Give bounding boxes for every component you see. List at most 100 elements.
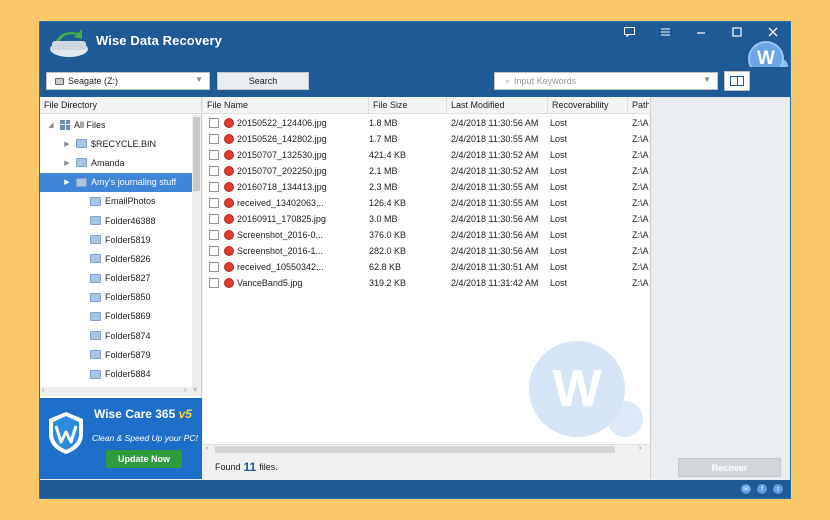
cell-path: Z:\Amy's j... [632, 278, 649, 288]
file-row[interactable]: 20160911_170825.jpg 3.0 MB 2/4/2018 11:30:… [203, 211, 649, 227]
close-icon[interactable] [762, 24, 784, 40]
twitter-icon[interactable]: t [773, 484, 783, 494]
cell-path: Z:\Amy's j... [632, 118, 649, 128]
tree-expander-icon[interactable]: ▶ [62, 178, 72, 186]
lost-status-icon [224, 118, 234, 128]
tree-item[interactable]: Folder5879 [40, 345, 192, 364]
column-header[interactable]: File Name [203, 97, 369, 114]
tree-item[interactable]: EmailPhotos [40, 192, 192, 211]
facebook-icon[interactable]: f [757, 484, 767, 494]
file-checkbox[interactable] [209, 246, 219, 256]
file-checkbox[interactable] [209, 150, 219, 160]
email-icon[interactable]: ✉ [741, 484, 751, 494]
scroll-right-icon[interactable]: › [639, 445, 641, 452]
file-row[interactable]: Screenshot_2016-0... 376.0 KB 2/4/2018 11:… [203, 227, 649, 243]
tree-item-label: Amy's journaling stuff [91, 177, 177, 188]
drive-select-value: Seagate (Z:) [68, 76, 119, 86]
recover-button[interactable]: Recover [678, 458, 781, 477]
column-header[interactable]: File Size [369, 97, 447, 114]
file-checkbox[interactable] [209, 134, 219, 144]
update-now-button[interactable]: Update Now [106, 450, 182, 468]
file-row[interactable]: VanceBand5.jpg 319.2 KB 2/4/2018 11:31:42 … [203, 275, 649, 291]
chevron-down-icon: ▼ [703, 75, 711, 84]
file-row[interactable]: 20150522_124406.jpg 1.8 MB 2/4/2018 11:30:… [203, 115, 649, 131]
lost-status-icon [224, 150, 234, 160]
cell-path: Z:\Amy's j... [632, 150, 649, 160]
search-button[interactable]: Search [217, 72, 309, 90]
scroll-down-icon[interactable]: ˅ [193, 387, 197, 394]
keyword-input[interactable]: ⌕ Input Keywords ▼ [494, 72, 718, 90]
tree-item[interactable]: Folder5874 [40, 326, 192, 345]
menu-icon[interactable] [654, 24, 676, 40]
tree-item[interactable]: ▶ Amanda [40, 153, 192, 172]
cell-modified: 2/4/2018 11:30:52 AM [451, 150, 539, 160]
tree-hscrollbar[interactable]: ‹ › ˅ [40, 387, 201, 396]
tree-item[interactable]: Folder5826 [40, 249, 192, 268]
file-row[interactable]: received_13402063... 126.4 KB 2/4/2018 11:… [203, 195, 649, 211]
file-list-hscrollbar[interactable]: ‹ › [203, 444, 649, 454]
minimize-icon[interactable] [690, 24, 712, 40]
app-logo-icon [50, 29, 88, 57]
column-header[interactable]: Path [628, 97, 649, 114]
feedback-icon[interactable] [618, 24, 640, 40]
toggle-preview-button[interactable] [724, 71, 750, 91]
directory-header: File Directory [40, 97, 201, 114]
file-checkbox[interactable] [209, 262, 219, 272]
tree-item[interactable]: Folder5827 [40, 269, 192, 288]
folder-icon [90, 350, 101, 360]
file-row[interactable]: 20150526_142802.jpg 1.7 MB 2/4/2018 11:30:… [203, 131, 649, 147]
ad-title: Wise Care 365 v5 [94, 407, 192, 421]
drive-select[interactable]: Seagate (Z:) ▼ [46, 72, 210, 90]
folder-icon [90, 273, 101, 283]
lost-status-icon [224, 166, 234, 176]
file-row[interactable]: 20160718_134413.jpg 2.3 MB 2/4/2018 11:30:… [203, 179, 649, 195]
cell-recoverability: Lost [550, 246, 568, 256]
tree-item[interactable]: Folder5850 [40, 288, 192, 307]
scroll-left-icon[interactable]: ‹ [206, 445, 208, 452]
tree-item[interactable]: Folder46388 [40, 211, 192, 230]
wise-care-ad[interactable]: Wise Care 365 v5 Clean & Speed Up your P… [40, 398, 202, 479]
maximize-icon[interactable] [726, 24, 748, 40]
tree-expander-icon[interactable]: ◢ [46, 121, 56, 129]
folder-icon [90, 292, 101, 302]
ad-version: v5 [178, 407, 192, 421]
scroll-right-icon[interactable]: › [184, 387, 186, 394]
file-checkbox[interactable] [209, 166, 219, 176]
tree-item-label: All Files [74, 119, 106, 130]
tree-item[interactable]: ◢ All Files [40, 115, 192, 134]
file-list-scrollbar-thumb[interactable] [215, 446, 615, 453]
search-icon: ⌕ [505, 75, 511, 86]
folder-icon [76, 158, 87, 168]
file-checkbox[interactable] [209, 198, 219, 208]
file-checkbox[interactable] [209, 118, 219, 128]
file-row[interactable]: 20150707_132530.jpg 421.4 KB 2/4/2018 11:3… [203, 147, 649, 163]
file-checkbox[interactable] [209, 278, 219, 288]
tree-item[interactable]: Folder5819 [40, 230, 192, 249]
file-checkbox[interactable] [209, 182, 219, 192]
tree-scrollbar-thumb[interactable] [193, 117, 200, 191]
scroll-left-icon[interactable]: ‹ [42, 387, 44, 394]
file-row[interactable]: 20150707_202250.jpg 2.1 MB 2/4/2018 11:30:… [203, 163, 649, 179]
tree-scrollbar[interactable] [192, 115, 201, 387]
cell-path: Z:\Amy's j... [632, 198, 649, 208]
column-header[interactable]: Recoverability [548, 97, 628, 114]
folder-icon [90, 196, 101, 206]
tree-item[interactable]: Folder5884 [40, 364, 192, 383]
tree-item[interactable]: Folder5869 [40, 307, 192, 326]
column-header[interactable]: Last Modified [447, 97, 548, 114]
file-checkbox[interactable] [209, 214, 219, 224]
tree-expander-icon[interactable]: ▶ [62, 159, 72, 167]
tree-item[interactable]: ▶ $RECYCLE.BIN [40, 134, 192, 153]
tree-item[interactable]: ▶ Amy's journaling stuff [40, 172, 192, 192]
found-count: 11 [243, 459, 257, 474]
cell-recoverability: Lost [550, 230, 568, 240]
cell-size: 1.7 MB [369, 134, 398, 144]
file-checkbox[interactable] [209, 230, 219, 240]
cell-size: 2.1 MB [369, 166, 398, 176]
directory-tree: ◢ All Files ▶ $RECYCLE.BIN ▶ Amanda ▶ Amy's jou… [40, 115, 192, 387]
file-row[interactable]: received_10550342... 62.8 KB 2/4/2018 11:3… [203, 259, 649, 275]
file-row[interactable]: Screenshot_2016-1... 282.0 KB 2/4/2018 11:… [203, 243, 649, 259]
cell-name: 20150707_202250.jpg [237, 166, 327, 176]
folder-icon [90, 311, 101, 321]
tree-expander-icon[interactable]: ▶ [62, 140, 72, 148]
